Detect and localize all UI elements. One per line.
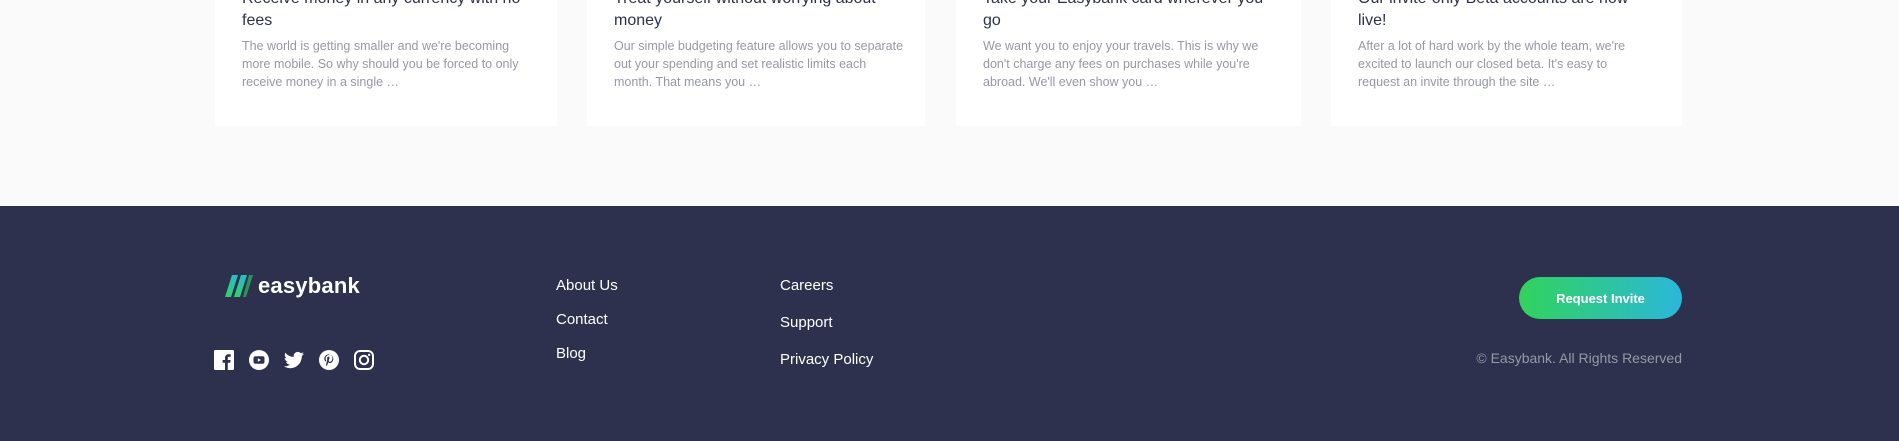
footer-link-contact[interactable]: Contact (556, 311, 608, 328)
article-card[interactable]: Take your Easybank card wherever you go … (956, 0, 1301, 126)
request-invite-button[interactable]: Request Invite (1519, 277, 1682, 319)
instagram-icon[interactable] (354, 350, 374, 370)
site-footer: easybank About Us Contact Blog Careers S… (0, 206, 1899, 441)
article-excerpt: After a lot of hard work by the whole te… (1358, 39, 1626, 89)
article-title[interactable]: Receive money in any currency with no fe… (242, 0, 532, 32)
logo-mark-icon (225, 275, 253, 297)
article-excerpt: The world is getting smaller and we're b… (242, 39, 519, 89)
footer-link-about-us[interactable]: About Us (556, 277, 618, 294)
copyright-text: © Easybank. All Rights Reserved (1476, 350, 1682, 366)
footer-link-support[interactable]: Support (780, 314, 833, 331)
social-links (214, 350, 374, 370)
article-card[interactable]: Receive money in any currency with no fe… (215, 0, 557, 126)
footer-link-blog[interactable]: Blog (556, 345, 586, 362)
article-card[interactable]: Treat yourself without worrying about mo… (587, 0, 925, 126)
pinterest-icon[interactable] (319, 350, 339, 370)
article-title[interactable]: Treat yourself without worrying about mo… (614, 0, 904, 32)
logo-text: easybank (258, 273, 360, 298)
article-title[interactable]: Take your Easybank card wherever you go (983, 0, 1273, 32)
article-excerpt: Our simple budgeting feature allows you … (614, 39, 904, 89)
article-title[interactable]: Our invite-only Beta accounts are now li… (1358, 0, 1648, 32)
footer-link-careers[interactable]: Careers (780, 277, 833, 294)
articles-section: Receive money in any currency with no fe… (0, 0, 1899, 206)
footer-link-privacy-policy[interactable]: Privacy Policy (780, 351, 873, 368)
youtube-icon[interactable] (249, 350, 269, 370)
article-card[interactable]: Our invite-only Beta accounts are now li… (1331, 0, 1682, 126)
article-excerpt: We want you to enjoy your travels. This … (983, 39, 1259, 89)
footer-logo[interactable]: easybank (225, 273, 360, 298)
twitter-icon[interactable] (284, 350, 304, 370)
facebook-icon[interactable] (214, 350, 234, 370)
